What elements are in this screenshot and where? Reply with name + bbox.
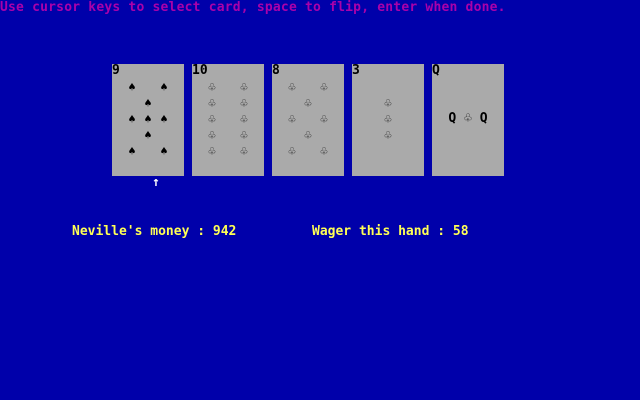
club-icon: ♧ <box>320 144 328 158</box>
club-icon: ♧ <box>240 96 248 110</box>
club-icon: ♧ <box>240 144 248 158</box>
card-2[interactable]: 10 ♧ ♧ ♧ ♧ ♧ ♧ ♧ ♧ ♧ ♧ <box>192 64 264 176</box>
club-icon: ♧ <box>208 128 216 142</box>
club-icon: ♧ <box>208 80 216 94</box>
club-icon: ♧ <box>304 96 312 110</box>
spade-icon: ♠ <box>144 112 152 126</box>
spade-icon: ♠ <box>144 128 152 142</box>
up-arrow-icon: ↑ <box>152 175 160 190</box>
club-icon: ♧ <box>288 80 296 94</box>
club-icon: ♧ <box>384 96 392 110</box>
spade-icon: ♠ <box>160 80 168 94</box>
spade-icon: ♠ <box>128 112 136 126</box>
card-3[interactable]: 8 ♧ ♧ ♧ ♧ ♧ ♧ ♧ ♧ <box>272 64 344 176</box>
club-icon: ♧ <box>208 112 216 126</box>
card-5[interactable]: Q Q ♧ Q <box>432 64 504 176</box>
spade-icon: ♠ <box>160 144 168 158</box>
card-4-rank: 3 <box>352 63 360 78</box>
card-4[interactable]: 3 ♧ ♧ ♧ <box>352 64 424 176</box>
wager-label: Wager this hand : 58 <box>312 224 469 239</box>
card-1[interactable]: 9 ♠ ♠ ♠ ♠ ♠ ♠ ♠ ♠ ♠ <box>112 64 184 176</box>
spade-icon: ♠ <box>144 96 152 110</box>
club-icon: ♧ <box>208 96 216 110</box>
club-icon: ♧ <box>320 112 328 126</box>
club-icon: ♧ <box>288 112 296 126</box>
club-icon: ♧ <box>240 80 248 94</box>
club-icon: ♧ <box>288 144 296 158</box>
card-1-rank: 9 <box>112 63 120 78</box>
court-card-face: Q ♧ Q <box>448 111 488 126</box>
club-icon: ♧ <box>304 128 312 142</box>
card-5-rank: Q <box>432 63 440 78</box>
game-screen: Use cursor keys to select card, space to… <box>0 0 640 400</box>
card-3-rank: 8 <box>272 63 280 78</box>
spade-icon: ♠ <box>160 112 168 126</box>
spade-icon: ♠ <box>128 144 136 158</box>
club-icon: ♧ <box>208 144 216 158</box>
spade-icon: ♠ <box>128 80 136 94</box>
club-icon: ♧ <box>384 112 392 126</box>
player-money-label: Neville's money : 942 <box>72 224 237 239</box>
card-2-rank: 10 <box>192 63 208 78</box>
club-icon: ♧ <box>320 80 328 94</box>
club-icon: ♧ <box>384 128 392 142</box>
club-icon: ♧ <box>240 128 248 142</box>
club-icon: ♧ <box>240 112 248 126</box>
instructions-text: Use cursor keys to select card, space to… <box>0 0 506 15</box>
